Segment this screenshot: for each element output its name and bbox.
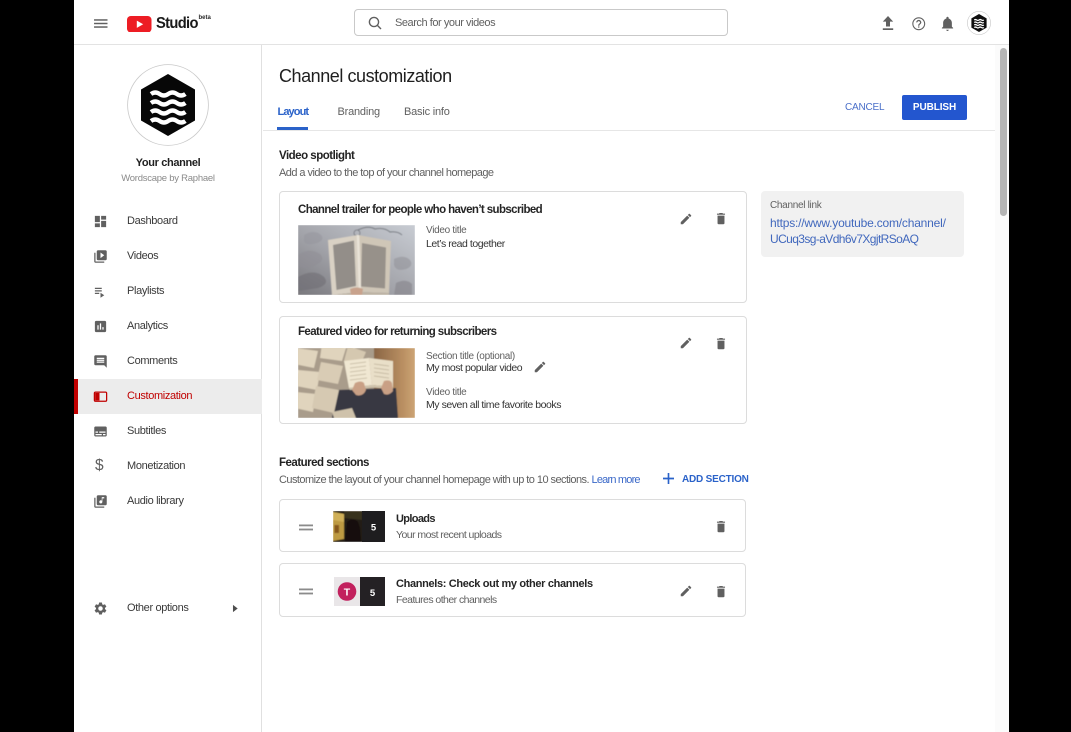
svg-text:5: 5 [370,588,376,599]
svg-text:T: T [344,586,351,598]
svg-text:5: 5 [371,522,377,533]
